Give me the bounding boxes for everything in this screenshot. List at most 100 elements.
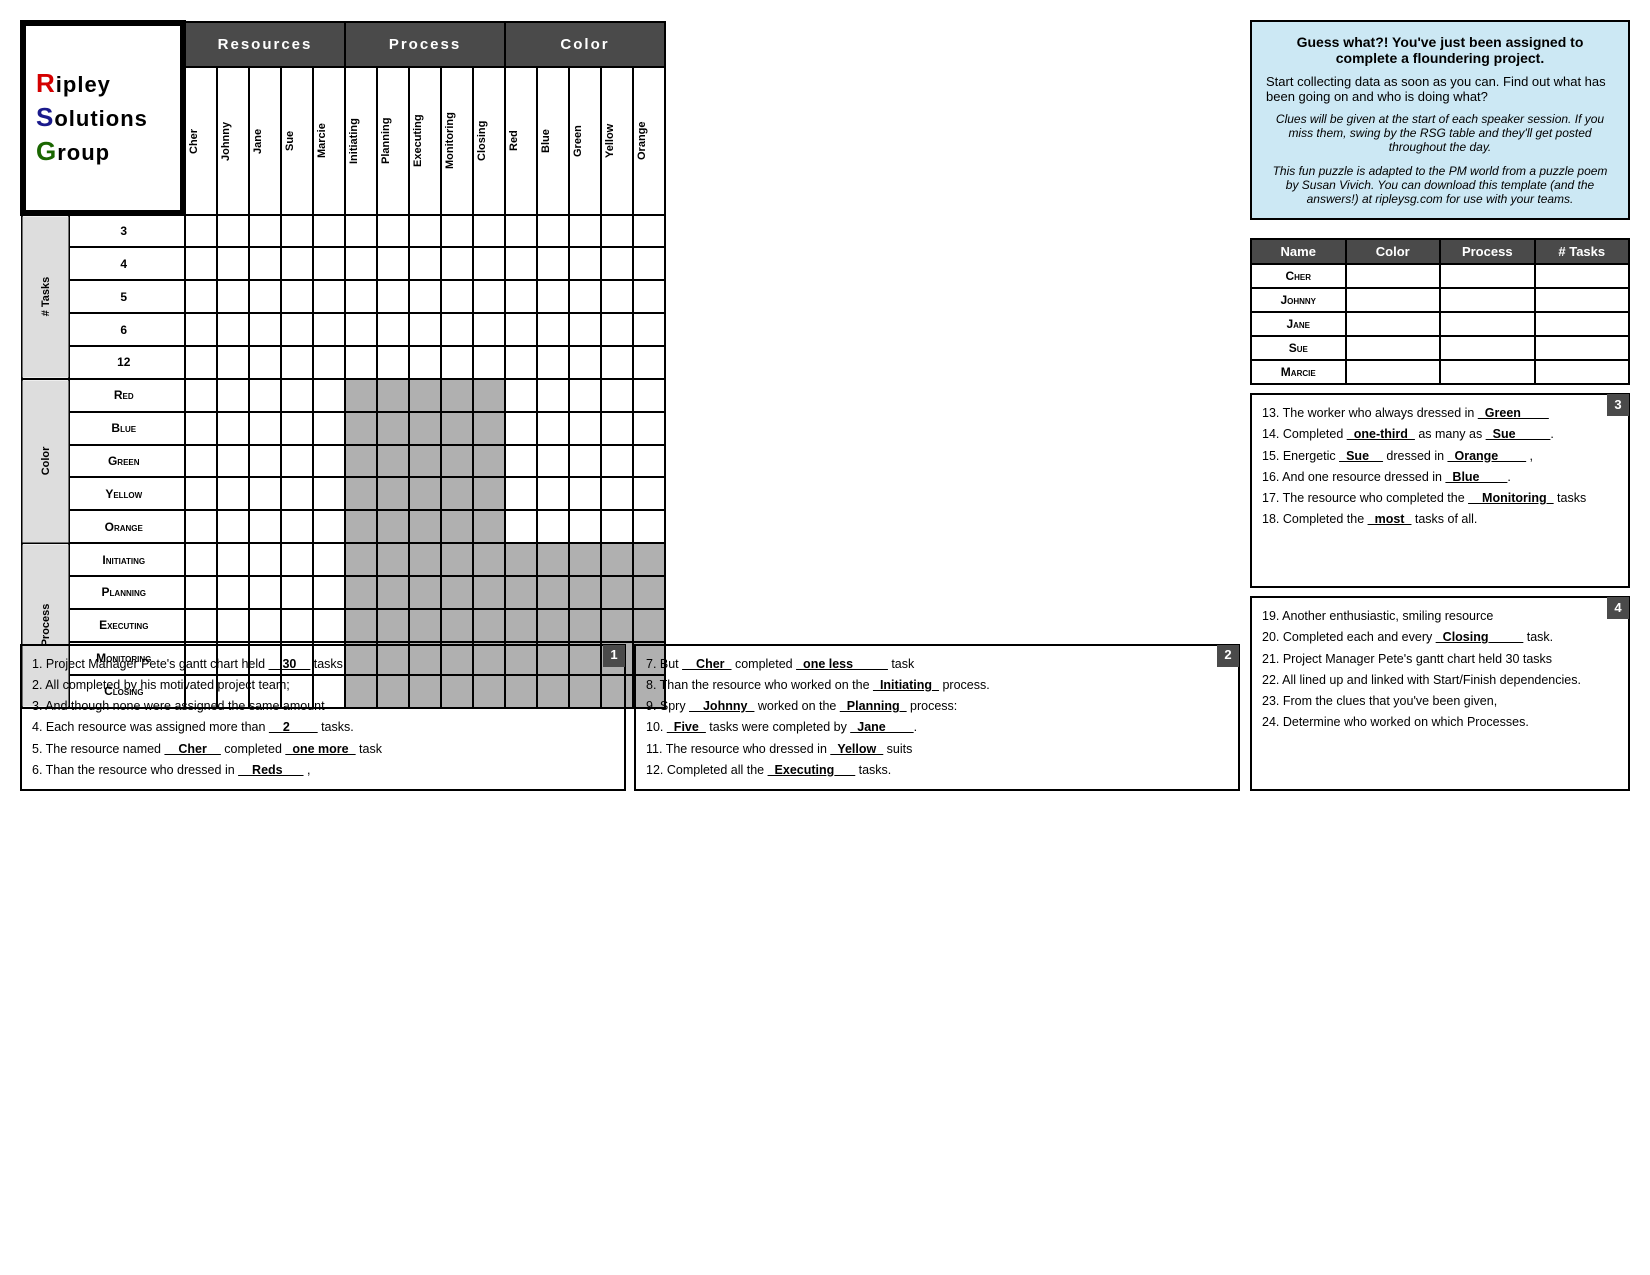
cell[interactable] [537, 477, 569, 510]
cell[interactable] [505, 477, 537, 510]
cell[interactable] [633, 313, 665, 346]
cell[interactable] [217, 576, 249, 609]
cell[interactable] [505, 280, 537, 313]
ans-process-jane[interactable] [1440, 312, 1535, 336]
cell[interactable] [377, 346, 409, 379]
cell[interactable] [569, 445, 601, 478]
cell[interactable] [185, 313, 218, 346]
cell[interactable] [409, 215, 441, 248]
cell[interactable] [569, 412, 601, 445]
cell[interactable] [281, 477, 313, 510]
ans-color-marcie[interactable] [1346, 360, 1441, 384]
cell[interactable] [249, 379, 281, 412]
cell[interactable] [217, 313, 249, 346]
cell[interactable] [345, 346, 377, 379]
cell[interactable] [601, 445, 633, 478]
ans-tasks-johnny[interactable] [1535, 288, 1630, 312]
cell[interactable] [345, 280, 377, 313]
cell[interactable] [217, 280, 249, 313]
cell[interactable] [569, 313, 601, 346]
cell[interactable] [601, 215, 633, 248]
cell[interactable] [281, 313, 313, 346]
cell[interactable] [569, 280, 601, 313]
cell[interactable] [377, 280, 409, 313]
cell[interactable] [633, 280, 665, 313]
cell[interactable] [281, 247, 313, 280]
cell[interactable] [601, 477, 633, 510]
cell[interactable] [473, 215, 505, 248]
cell[interactable] [249, 346, 281, 379]
cell[interactable] [633, 412, 665, 445]
cell[interactable] [633, 477, 665, 510]
cell[interactable] [217, 477, 249, 510]
cell[interactable] [505, 445, 537, 478]
cell[interactable] [473, 247, 505, 280]
cell[interactable] [313, 609, 345, 642]
cell[interactable] [249, 609, 281, 642]
cell[interactable] [249, 477, 281, 510]
cell[interactable] [281, 543, 313, 576]
cell[interactable] [281, 346, 313, 379]
cell[interactable] [249, 510, 281, 543]
cell[interactable] [537, 247, 569, 280]
cell[interactable] [281, 215, 313, 248]
cell[interactable] [377, 313, 409, 346]
cell[interactable] [537, 379, 569, 412]
cell[interactable] [313, 543, 345, 576]
cell[interactable] [217, 445, 249, 478]
cell[interactable] [345, 313, 377, 346]
cell[interactable] [441, 215, 473, 248]
cell[interactable] [601, 379, 633, 412]
cell[interactable] [185, 576, 218, 609]
cell[interactable] [281, 379, 313, 412]
cell[interactable] [249, 543, 281, 576]
cell[interactable] [409, 280, 441, 313]
cell[interactable] [249, 412, 281, 445]
cell[interactable] [217, 609, 249, 642]
cell[interactable] [537, 510, 569, 543]
cell[interactable] [313, 379, 345, 412]
cell[interactable] [505, 247, 537, 280]
cell[interactable] [537, 280, 569, 313]
cell[interactable] [281, 445, 313, 478]
cell[interactable] [633, 510, 665, 543]
cell[interactable] [313, 313, 345, 346]
cell[interactable] [185, 412, 218, 445]
cell[interactable] [633, 445, 665, 478]
cell[interactable] [537, 346, 569, 379]
cell[interactable] [217, 215, 249, 248]
cell[interactable] [281, 576, 313, 609]
cell[interactable] [185, 609, 218, 642]
cell[interactable] [281, 280, 313, 313]
cell[interactable] [217, 379, 249, 412]
cell[interactable] [313, 215, 345, 248]
ans-tasks-jane[interactable] [1535, 312, 1630, 336]
cell[interactable] [537, 445, 569, 478]
cell[interactable] [313, 576, 345, 609]
cell[interactable] [537, 412, 569, 445]
cell[interactable] [217, 543, 249, 576]
cell[interactable] [409, 346, 441, 379]
cell[interactable] [345, 247, 377, 280]
cell[interactable] [441, 247, 473, 280]
ans-color-sue[interactable] [1346, 336, 1441, 360]
ans-process-cher[interactable] [1440, 264, 1535, 288]
cell[interactable] [313, 510, 345, 543]
cell[interactable] [473, 346, 505, 379]
cell[interactable] [217, 346, 249, 379]
cell[interactable] [601, 313, 633, 346]
cell[interactable] [249, 247, 281, 280]
ans-tasks-sue[interactable] [1535, 336, 1630, 360]
cell[interactable] [601, 247, 633, 280]
cell[interactable] [633, 379, 665, 412]
cell[interactable] [473, 313, 505, 346]
cell[interactable] [505, 313, 537, 346]
cell[interactable] [185, 247, 218, 280]
cell[interactable] [505, 346, 537, 379]
cell[interactable] [409, 313, 441, 346]
cell[interactable] [345, 215, 377, 248]
cell[interactable] [249, 445, 281, 478]
cell[interactable] [409, 247, 441, 280]
cell[interactable] [313, 477, 345, 510]
cell[interactable] [313, 445, 345, 478]
